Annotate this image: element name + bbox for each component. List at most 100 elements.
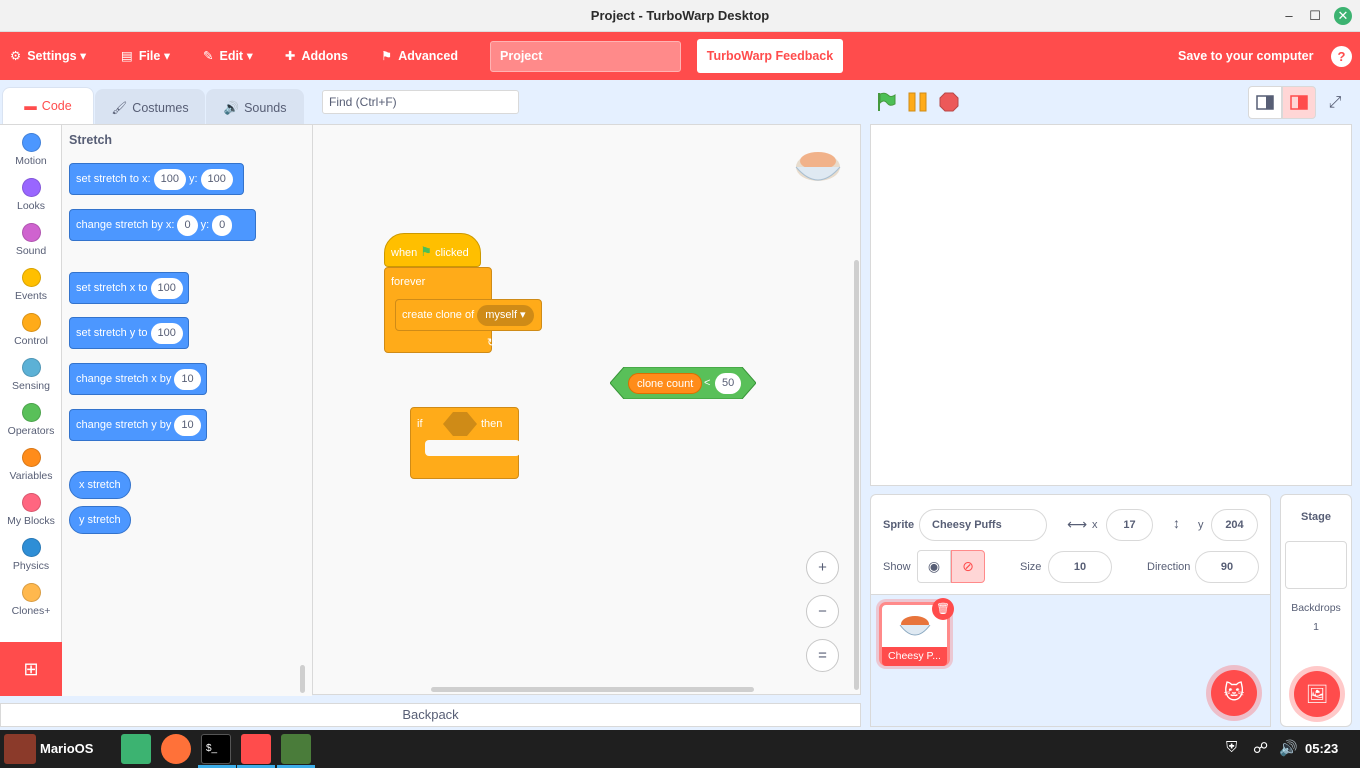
project-title-input[interactable]: Project: [490, 41, 681, 72]
block-input[interactable]: 100: [150, 277, 183, 299]
block-label: set stretch y to: [76, 327, 148, 339]
fullscreen-icon: ⤢: [1328, 94, 1342, 111]
start-menu-avatar[interactable]: [4, 734, 36, 764]
clone-target-dropdown[interactable]: myself ▾: [477, 305, 534, 326]
sprite-tile-name: Cheesy P...: [882, 647, 947, 666]
add-sprite-button[interactable]: 🐱: [1211, 670, 1257, 716]
volume-icon[interactable]: 🔊: [1279, 739, 1298, 757]
when-flag-clicked-block[interactable]: when ⚑ clicked: [384, 233, 481, 267]
file-menu[interactable]: ▤ File ▾: [121, 32, 170, 80]
tab-costumes[interactable]: 🖌 Costumes: [95, 89, 205, 125]
category-events[interactable]: Events: [0, 268, 62, 302]
create-clone-block[interactable]: create clone of myself ▾: [395, 299, 542, 331]
category-looks[interactable]: Looks: [0, 178, 62, 212]
category-motion[interactable]: Motion: [0, 133, 62, 167]
stage-selector[interactable]: Stage Backdrops 1 🖼: [1280, 494, 1352, 727]
addons-menu[interactable]: ✚ Addons: [285, 32, 348, 80]
close-button[interactable]: ✕: [1334, 7, 1352, 25]
block-input-y[interactable]: 100: [200, 168, 233, 190]
set-stretch-block[interactable]: set stretch to x: 100 y: 100: [69, 163, 244, 195]
category-label: Sensing: [12, 380, 50, 392]
zoom-in-button[interactable]: +: [806, 551, 839, 584]
x-input[interactable]: 17: [1106, 509, 1153, 541]
settings-menu[interactable]: ⚙ Settings ▾: [10, 32, 86, 80]
clock[interactable]: 05:23: [1305, 741, 1338, 756]
condition-slot[interactable]: [443, 412, 477, 436]
terminal-app-icon[interactable]: $_: [201, 734, 231, 764]
fullscreen-button[interactable]: ⤢: [1320, 86, 1350, 119]
operator-input[interactable]: 50: [715, 373, 742, 394]
code-workspace[interactable]: when ⚑ clicked forever ↻ create clone of…: [312, 124, 861, 695]
block-input[interactable]: 10: [174, 414, 201, 436]
firefox-app-icon[interactable]: [161, 734, 191, 764]
block-input-y[interactable]: 0: [212, 214, 233, 236]
block-input[interactable]: 100: [150, 322, 183, 344]
backpack[interactable]: Backpack: [0, 703, 861, 727]
category-control[interactable]: Control: [0, 313, 62, 347]
y-input[interactable]: 204: [1211, 509, 1258, 541]
save-to-computer-button[interactable]: Save to your computer: [1178, 32, 1313, 80]
shield-icon[interactable]: ⛨: [1226, 739, 1237, 756]
pause-button[interactable]: [908, 92, 928, 112]
show-sprite-button[interactable]: ◉: [917, 550, 951, 583]
update-manager-icon[interactable]: [281, 734, 311, 764]
edit-menu[interactable]: ✎ Edit ▾: [203, 32, 253, 80]
category-sound[interactable]: Sound: [0, 223, 62, 257]
flyout-scrollbar[interactable]: [300, 665, 305, 693]
tab-code[interactable]: ▬ Code: [2, 87, 94, 126]
category-color-icon: [21, 178, 41, 197]
clone-count-reporter[interactable]: clone count: [628, 373, 703, 394]
files-app-icon[interactable]: [121, 734, 151, 764]
minimize-button[interactable]: –: [1280, 7, 1298, 25]
tab-sounds[interactable]: 🔊 Sounds: [206, 89, 304, 125]
feedback-button[interactable]: TurboWarp Feedback: [697, 39, 843, 73]
category-label: Variables: [9, 470, 53, 482]
zoom-reset-button[interactable]: =: [806, 639, 839, 672]
file-icon: ▤: [121, 49, 133, 63]
hide-sprite-button[interactable]: ⊘: [951, 550, 985, 583]
category-color-icon: [21, 448, 41, 467]
help-button[interactable]: ?: [1331, 46, 1352, 67]
file-label: File: [138, 49, 161, 63]
set-stretch-y-block[interactable]: set stretch y to 100: [69, 317, 189, 349]
category-variables[interactable]: Variables: [0, 448, 62, 482]
add-extension-button[interactable]: ⊞: [0, 642, 62, 696]
maximize-button[interactable]: ☐: [1306, 7, 1324, 25]
workspace-scrollbar-horizontal[interactable]: [431, 687, 754, 692]
direction-input[interactable]: 90: [1195, 551, 1259, 583]
size-input[interactable]: 10: [1048, 551, 1112, 583]
zoom-out-button[interactable]: −: [806, 595, 839, 628]
stage-canvas[interactable]: [870, 124, 1352, 486]
block-input[interactable]: 10: [174, 368, 201, 390]
if-then-block[interactable]: if then: [410, 407, 520, 479]
network-icon[interactable]: ☍: [1253, 739, 1268, 757]
category-clones-[interactable]: Clones+: [0, 583, 62, 617]
set-stretch-x-block[interactable]: set stretch x to 100: [69, 272, 189, 304]
advanced-menu[interactable]: ⚑ Advanced: [381, 32, 458, 80]
category-physics[interactable]: Physics: [0, 538, 62, 572]
settings-label: Settings: [27, 49, 77, 63]
change-stretch-y-block[interactable]: change stretch y by 10: [69, 409, 207, 441]
edit-label: Edit: [219, 49, 244, 63]
category-my-blocks[interactable]: My Blocks: [0, 493, 62, 527]
add-backdrop-button[interactable]: 🖼: [1294, 671, 1340, 717]
block-input-x[interactable]: 0: [177, 214, 198, 236]
change-stretch-x-block[interactable]: change stretch x by 10: [69, 363, 207, 395]
y-stretch-reporter[interactable]: y stretch: [69, 506, 131, 534]
category-sensing[interactable]: Sensing: [0, 358, 62, 392]
workspace-scrollbar-vertical[interactable]: [854, 260, 859, 690]
find-input[interactable]: Find (Ctrl+F): [322, 90, 519, 114]
green-flag-button[interactable]: [876, 92, 896, 112]
small-stage-button[interactable]: [1248, 86, 1282, 119]
normal-stage-button[interactable]: [1282, 86, 1316, 119]
change-stretch-block[interactable]: change stretch by x: 0 y: 0: [69, 209, 256, 241]
x-stretch-reporter[interactable]: x stretch: [69, 471, 131, 499]
turbowarp-icon: ⚑: [381, 49, 393, 63]
sprite-name-input[interactable]: Cheesy Puffs: [919, 509, 1047, 541]
delete-sprite-button[interactable]: 🗑: [932, 598, 954, 620]
turbowarp-app-icon[interactable]: [241, 734, 271, 764]
stop-button[interactable]: [939, 92, 959, 112]
category-operators[interactable]: Operators: [0, 403, 62, 437]
start-menu-label[interactable]: MarioOS: [40, 741, 93, 756]
block-input-x[interactable]: 100: [153, 168, 186, 190]
